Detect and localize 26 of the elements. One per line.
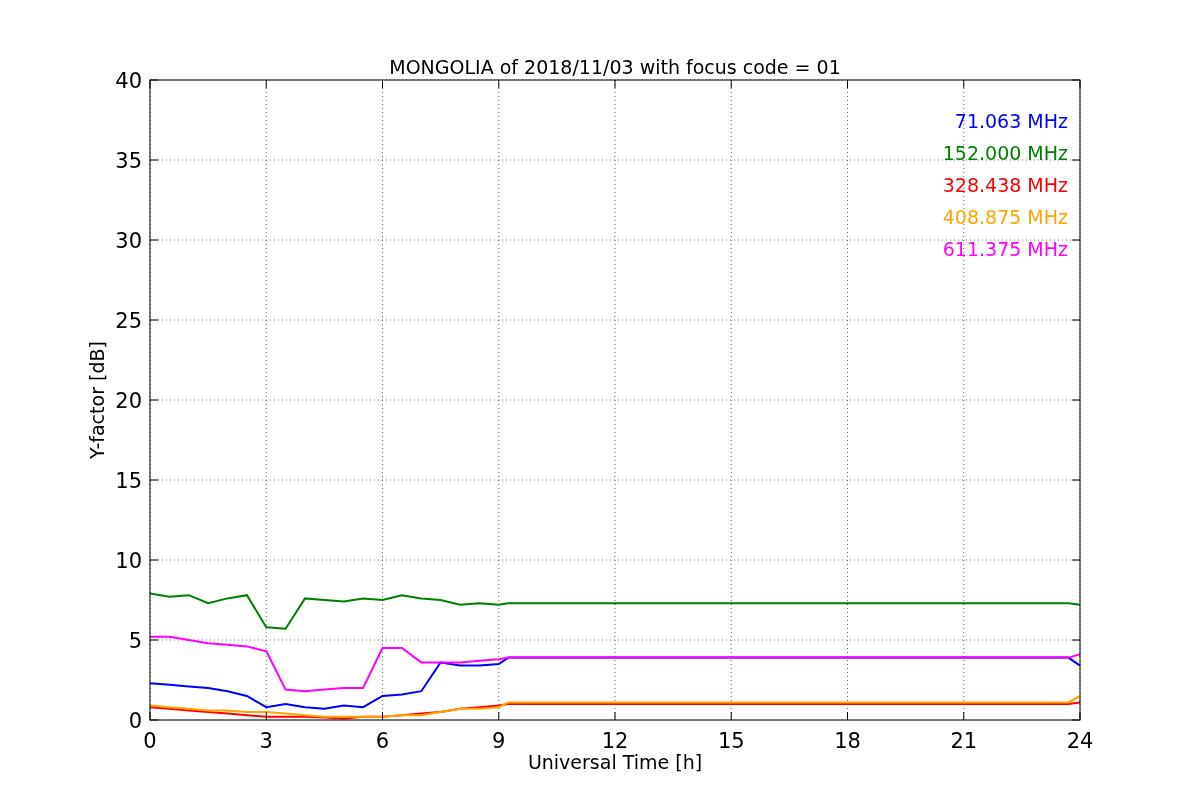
y-tick-label: 0	[128, 709, 142, 733]
x-tick-label: 15	[717, 729, 745, 753]
x-tick-label: 21	[950, 729, 978, 753]
x-tick-label: 6	[375, 729, 390, 753]
x-tick-label: 9	[492, 729, 506, 753]
legend-label: 328.438 MHz	[942, 174, 1068, 196]
y-tick-label: 10	[115, 549, 142, 573]
y-tick-label: 20	[115, 389, 142, 413]
y-tick-label: 40	[115, 69, 142, 93]
x-axis-label: Universal Time [h]	[527, 751, 703, 773]
x-tick-label: 18	[834, 729, 861, 753]
x-tick-label: 12	[601, 729, 629, 753]
y-tick-label: 30	[115, 229, 142, 253]
x-tick-label: 0	[143, 729, 157, 753]
legend-label: 408.875 MHz	[942, 206, 1068, 228]
y-tick-label: 15	[115, 469, 142, 493]
legend-label: 71.063 MHz	[954, 110, 1068, 132]
x-tick-label: 3	[259, 729, 273, 753]
y-tick-label: 25	[115, 309, 142, 333]
y-tick-label: 35	[115, 149, 142, 173]
chart-title: MONGOLIA of 2018/11/03 with focus code = 01	[389, 56, 841, 78]
y-axis-label: Y-factor [dB]	[86, 341, 108, 459]
legend-label: 152.000 MHz	[942, 142, 1068, 164]
x-tick-label: 24	[1066, 729, 1094, 753]
y-tick-label: 5	[128, 629, 142, 653]
legend-label: 611.375 MHz	[942, 238, 1068, 260]
